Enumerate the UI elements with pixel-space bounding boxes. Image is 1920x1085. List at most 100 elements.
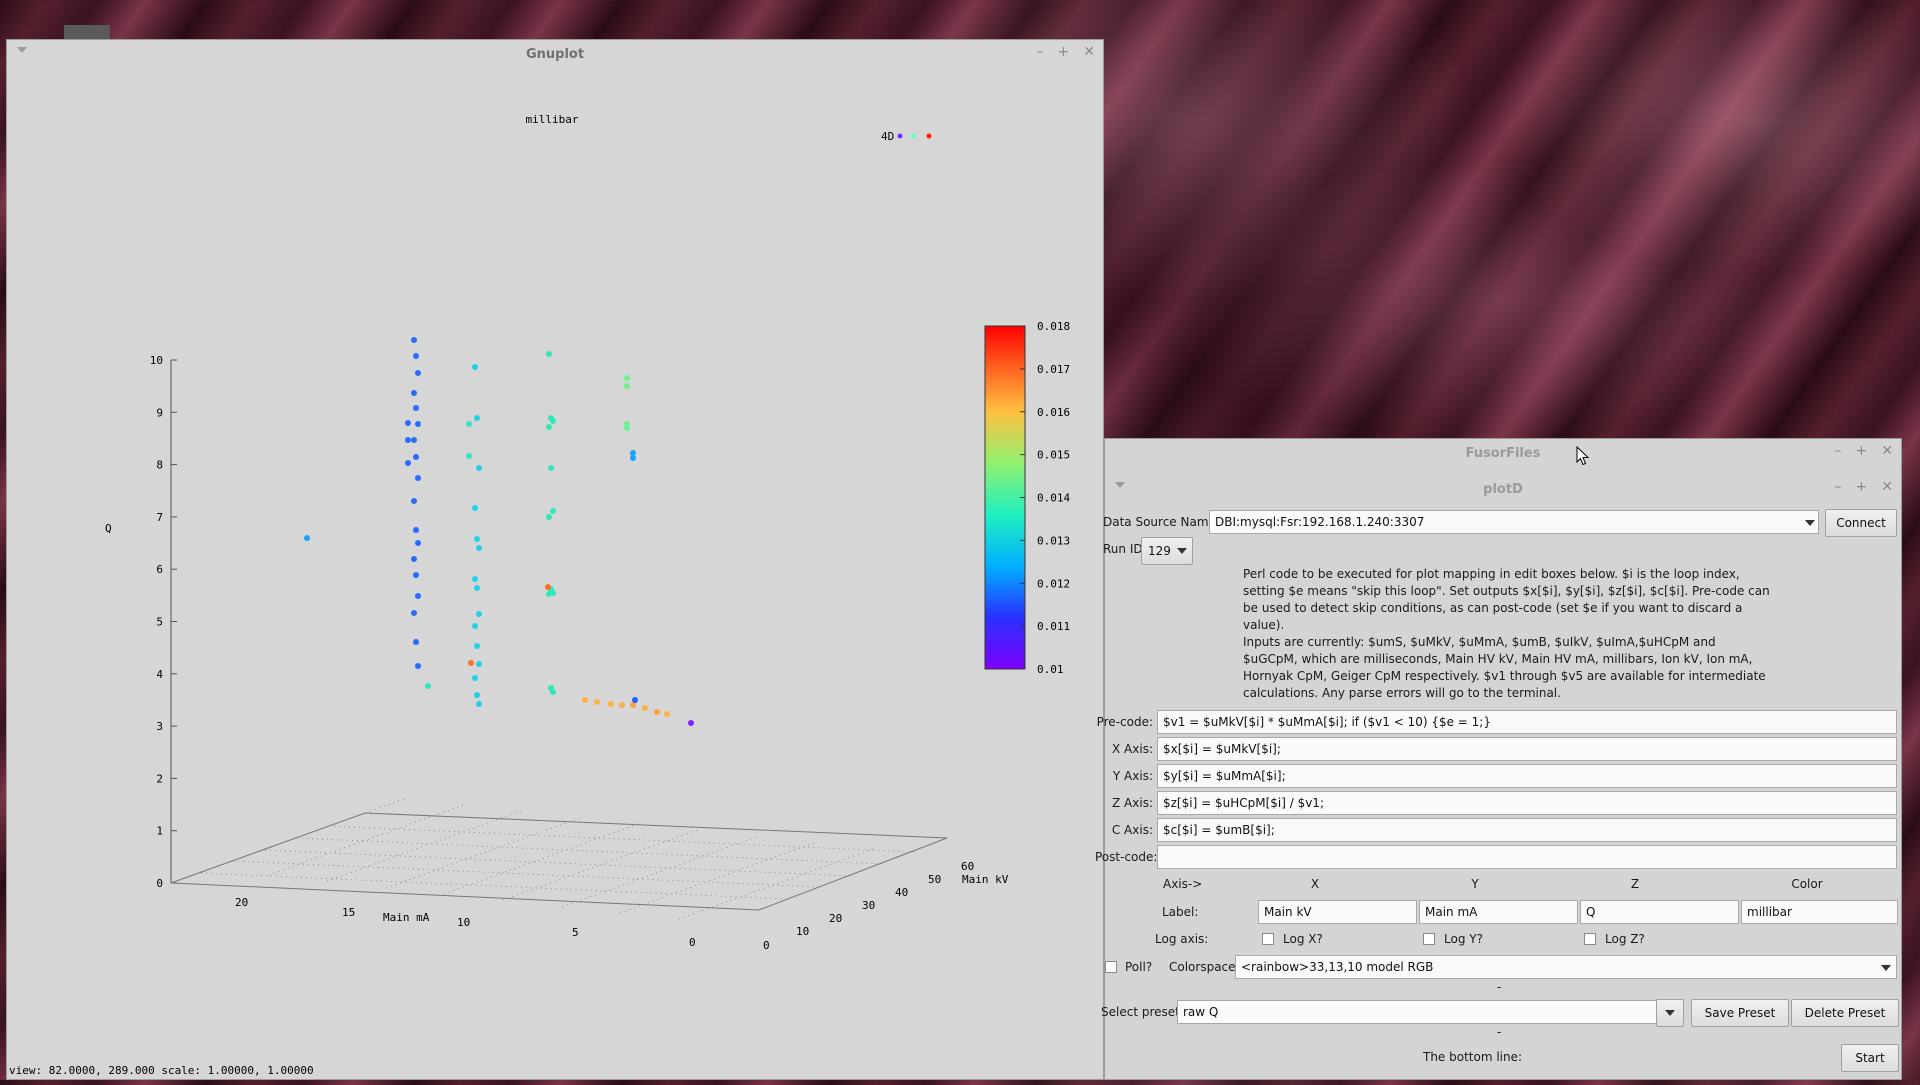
y-tick-label: 15 [342, 906, 355, 919]
data-point [546, 424, 552, 430]
z-tick-label: 6 [156, 563, 163, 576]
z-tick-label: 2 [156, 772, 163, 785]
postcode-input[interactable] [1157, 845, 1897, 869]
window-title: Gnuplot [525, 46, 585, 62]
axis-header: Axis-> [1163, 877, 1203, 891]
separator-dash: - [1497, 1025, 1502, 1039]
log-z-label: Log Z? [1605, 932, 1645, 946]
color-label-input[interactable]: millibar [1741, 900, 1898, 924]
data-point [411, 556, 417, 562]
data-point [474, 585, 480, 591]
window-menu-icon[interactable] [17, 47, 27, 53]
dropdown-arrow-icon[interactable] [1805, 520, 1815, 526]
preset-value: raw Q [1183, 1005, 1219, 1019]
y-axis-label: Main mA [383, 911, 430, 924]
data-point [474, 643, 480, 649]
fusorfiles-titlebar[interactable]: FusorFiles – + ✕ [1105, 439, 1901, 467]
col-header-y: Y [1471, 877, 1479, 891]
window-menu-icon[interactable] [1115, 482, 1125, 488]
delete-preset-button[interactable]: Delete Preset [1791, 999, 1899, 1027]
data-point [474, 536, 480, 542]
data-point [413, 405, 419, 411]
separator-dash: - [1497, 980, 1502, 994]
z-axis-label: Q [105, 522, 112, 535]
plotd-panel: plotD – + ✕ Data Source Name: DBI:mysql:… [1095, 475, 1901, 1085]
close-icon[interactable]: ✕ [1083, 44, 1095, 60]
z-axis: Q 109876543210 [105, 354, 177, 890]
legend-dot-cyan [910, 133, 916, 139]
taskbar-thumbnail[interactable] [64, 25, 110, 39]
maximize-icon[interactable]: + [1856, 479, 1868, 495]
x-tick-label: 40 [895, 886, 908, 899]
dropdown-arrow-icon[interactable] [1881, 965, 1891, 971]
data-point [624, 375, 630, 381]
z-tick-label: 1 [156, 825, 163, 838]
save-preset-button[interactable]: Save Preset [1691, 999, 1789, 1027]
z-axis-code-input[interactable]: $z[$i] = $uHCpM[$i] / $v1; [1157, 791, 1897, 815]
data-point [466, 421, 472, 427]
minimize-icon[interactable]: – [1037, 44, 1044, 60]
data-point [476, 465, 482, 471]
data-point [405, 437, 411, 443]
data-point [472, 505, 478, 511]
colorbar: 0.018 0.017 0.016 0.015 0.014 0.013 0.012 0.011… [984, 320, 1070, 676]
dropdown-arrow-icon[interactable] [1665, 1010, 1675, 1016]
z-axis-code-label: Z Axis: [1112, 796, 1153, 810]
log-z-checkbox[interactable] [1584, 933, 1596, 945]
log-y-checkbox[interactable] [1423, 933, 1435, 945]
c-axis-code-input[interactable]: $c[$i] = $umB[$i]; [1157, 818, 1897, 842]
data-point [413, 527, 419, 533]
precode-input[interactable]: $v1 = $uMkV[$i] * $uMmA[$i]; if ($v1 < 1… [1157, 710, 1897, 734]
y-tick-label: 20 [235, 896, 248, 909]
close-icon[interactable]: ✕ [1881, 479, 1893, 495]
legend-dot-red [926, 133, 932, 139]
data-point [413, 353, 419, 359]
data-point [474, 692, 480, 698]
data-point [472, 576, 478, 582]
z-label-input[interactable]: Q [1580, 900, 1739, 924]
dropdown-arrow-icon[interactable] [1177, 548, 1187, 554]
colorspace-combo[interactable]: <rainbow>33,13,10 model RGB [1235, 955, 1897, 979]
data-point [476, 611, 482, 617]
y-tick-label: 10 [457, 916, 470, 929]
z-tick-label: 8 [156, 459, 163, 472]
minimize-icon[interactable]: – [1835, 443, 1842, 459]
data-source-combo[interactable]: DBI:mysql:Fsr:192.168.1.240:3307 [1209, 510, 1819, 534]
x-axis-code-input[interactable]: $x[$i] = $uMkV[$i]; [1157, 737, 1897, 761]
y-label-input[interactable]: Main mA [1419, 900, 1578, 924]
x-axis-code-label: X Axis: [1112, 742, 1153, 756]
x-label-input[interactable]: Main kV [1258, 900, 1417, 924]
colorbar-tick-label: 0.015 [1037, 449, 1070, 462]
start-button[interactable]: Start [1841, 1044, 1899, 1072]
data-point [546, 514, 552, 520]
legend-label: 4D [881, 130, 894, 143]
connect-button[interactable]: Connect [1825, 509, 1897, 537]
data-point [545, 584, 551, 590]
data-point [476, 545, 482, 551]
minimize-icon[interactable]: – [1835, 479, 1842, 495]
gnuplot-canvas[interactable]: millibar 4D Q 109876543210 20151050 0102… [7, 68, 1103, 1078]
y-tick-label: 0 [689, 936, 696, 949]
data-point [415, 540, 421, 546]
col-header-z: Z [1630, 877, 1640, 891]
preset-combo[interactable]: raw Q [1177, 1000, 1683, 1024]
close-icon[interactable]: ✕ [1881, 443, 1893, 459]
log-x-checkbox[interactable] [1262, 933, 1274, 945]
data-point [548, 465, 554, 471]
poll-checkbox[interactable] [1105, 961, 1117, 973]
plotd-titlebar[interactable]: plotD – + ✕ [1105, 475, 1901, 503]
data-point [411, 390, 417, 396]
z-tick-label: 4 [156, 668, 163, 681]
y-axis-code-input[interactable]: $y[$i] = $uMmA[$i]; [1157, 764, 1897, 788]
data-point [476, 661, 482, 667]
maximize-icon[interactable]: + [1058, 44, 1070, 60]
data-point [413, 572, 419, 578]
gnuplot-titlebar[interactable]: Gnuplot – + ✕ [7, 40, 1103, 68]
data-point [304, 535, 310, 541]
maximize-icon[interactable]: + [1856, 443, 1868, 459]
colorspace-label: Colorspace: [1169, 960, 1240, 974]
data-point [594, 699, 600, 705]
data-point [550, 418, 556, 424]
panel-title: plotD [1483, 481, 1523, 497]
base-grid [170, 798, 948, 920]
